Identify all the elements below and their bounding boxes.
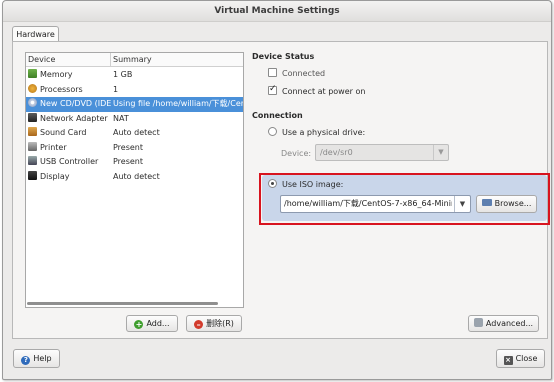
connect-at-power-on-label: Connect at power on — [282, 87, 366, 96]
advanced-button-label: Advanced... — [485, 319, 534, 328]
device-select: /dev/sr0 ▼ — [315, 144, 449, 161]
remove-button-label: 删除(R) — [206, 319, 234, 328]
iso-image-label: Use ISO image: — [282, 180, 344, 189]
processor-icon — [28, 83, 37, 93]
table-row[interactable]: USB Controller Present — [26, 155, 243, 170]
device-name: Network Adapter — [40, 113, 108, 123]
scrollbar-thumb[interactable] — [27, 302, 218, 305]
device-name: Display — [40, 171, 70, 181]
connected-checkbox[interactable]: Connected — [268, 68, 325, 79]
device-name: Processors — [40, 84, 83, 94]
checkbox-unchecked-icon — [268, 68, 277, 77]
table-row[interactable]: Memory 1 GB — [26, 68, 243, 83]
network-adapter-icon — [28, 112, 37, 122]
connection-heading: Connection — [252, 111, 303, 120]
add-button[interactable]: + Add... — [126, 315, 178, 332]
browse-button[interactable]: Browse... — [476, 195, 537, 213]
horizontal-scrollbar[interactable] — [27, 301, 242, 306]
device-summary: 1 — [113, 84, 119, 94]
usb-controller-icon — [28, 156, 37, 165]
device-name: New CD/DVD (IDE) — [40, 99, 111, 108]
table-header: Device Summary — [26, 53, 243, 67]
settings-window: Virtual Machine Settings Hardware Device… — [2, 0, 552, 380]
advanced-button[interactable]: Advanced... — [468, 315, 539, 332]
column-header-summary[interactable]: Summary — [111, 53, 244, 67]
physical-drive-radio[interactable]: Use a physical drive: — [268, 127, 365, 138]
physical-drive-label: Use a physical drive: — [282, 128, 366, 137]
device-summary: Auto detect — [113, 128, 160, 137]
browse-button-label: Browse... — [494, 199, 532, 208]
device-summary: Present — [113, 157, 144, 166]
add-button-label: Add... — [146, 319, 170, 328]
remove-button[interactable]: – 删除(R) — [186, 315, 242, 332]
device-select-value: /dev/sr0 — [320, 148, 353, 157]
minus-icon: – — [194, 320, 204, 329]
column-header-device[interactable]: Device — [26, 53, 111, 67]
connect-at-power-on-checkbox[interactable]: Connect at power on — [268, 84, 366, 97]
help-button-label: Help — [33, 354, 52, 363]
folder-icon — [481, 199, 492, 206]
radio-unselected-icon — [268, 127, 277, 136]
advanced-settings-icon — [473, 318, 483, 327]
hardware-panel: Device Summary Memory 1 GB Processors 1 … — [12, 41, 550, 339]
printer-icon — [28, 141, 37, 151]
chevron-down-icon: ▼ — [433, 145, 448, 160]
sound-card-icon — [28, 127, 37, 136]
device-summary: Present — [113, 142, 144, 152]
device-summary: NAT — [113, 113, 129, 123]
tab-hardware[interactable]: Hardware — [12, 26, 59, 42]
display-icon — [28, 170, 37, 180]
table-row[interactable]: Printer Present — [26, 141, 243, 156]
table-row[interactable]: Sound Card Auto detect — [26, 126, 243, 141]
device-status-heading: Device Status — [252, 52, 315, 61]
connected-label: Connected — [282, 69, 326, 78]
device-summary: 1 GB — [113, 70, 133, 79]
iso-path-value[interactable]: /home/william/下载/CentOS-7-x86_64-Minima — [284, 196, 452, 212]
iso-path-combobox[interactable]: /home/william/下载/CentOS-7-x86_64-Minima … — [280, 195, 471, 213]
table-row[interactable]: Network Adapter NAT — [26, 112, 243, 127]
device-summary: Auto detect — [113, 171, 160, 181]
device-name: USB Controller — [40, 157, 99, 166]
cd-dvd-icon — [28, 98, 37, 107]
table-row[interactable]: Display Auto detect — [26, 170, 243, 185]
checkbox-checked-icon — [268, 84, 277, 95]
hardware-table: Device Summary Memory 1 GB Processors 1 … — [25, 52, 244, 308]
table-row[interactable]: Processors 1 — [26, 83, 243, 98]
device-name: Memory — [40, 70, 73, 79]
iso-image-radio[interactable]: Use ISO image: — [268, 179, 343, 190]
device-name: Sound Card — [40, 128, 87, 137]
table-row-selected[interactable]: New CD/DVD (IDE) Using file /home/willia… — [26, 97, 243, 112]
device-summary: Using file /home/william/下载/CentOS-7-x86… — [113, 99, 243, 108]
close-button-label: Close — [515, 354, 538, 363]
close-icon: × — [503, 356, 513, 365]
help-icon: ? — [21, 356, 31, 365]
memory-icon — [28, 69, 37, 78]
radio-selected-icon — [268, 179, 277, 188]
plus-icon: + — [134, 320, 144, 329]
help-button[interactable]: ? Help — [13, 349, 60, 368]
window-title: Virtual Machine Settings — [3, 1, 551, 22]
device-name: Printer — [40, 142, 67, 152]
chevron-down-icon[interactable]: ▼ — [454, 196, 470, 212]
device-label: Device: — [281, 149, 312, 158]
close-button[interactable]: × Close — [496, 349, 545, 368]
